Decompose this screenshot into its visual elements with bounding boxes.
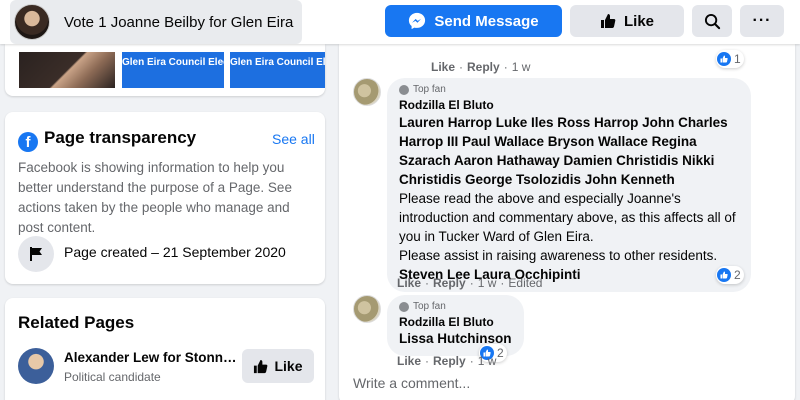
see-all-link[interactable]: See all	[272, 131, 315, 147]
page-transparency-card: f Page transparency See all Facebook is …	[5, 112, 325, 284]
more-icon: ···	[752, 12, 772, 29]
comment-reply-link[interactable]: Reply	[467, 60, 500, 74]
tagged-people[interactable]: Lauren Harrop Luke Iles Ross Harrop John…	[399, 113, 739, 189]
comment-reply-link[interactable]: Reply	[433, 276, 466, 290]
comment-reply-link[interactable]: Reply	[433, 354, 466, 368]
top-fan-icon	[399, 301, 409, 312]
page-created-info: Page created – 21 September 2020	[64, 244, 286, 260]
page-name[interactable]: Vote 1 Joanne Beilby for Glen Eira	[64, 14, 293, 31]
top-fan-icon	[399, 84, 409, 95]
comment-actions: Like · Reply · 1 w · Edited	[397, 276, 543, 290]
avatar[interactable]	[18, 348, 54, 384]
related-pages-title: Related Pages	[18, 313, 135, 332]
avatar[interactable]	[353, 78, 381, 106]
top-fan-label: Top fan	[413, 301, 446, 312]
photo-thumbnail[interactable]	[19, 52, 115, 88]
reaction-count: 1	[734, 52, 741, 66]
comment-like-link[interactable]: Like	[431, 60, 455, 74]
comment-bubble: Top fan Rodzilla El Bluto Lauren Harrop …	[387, 78, 751, 292]
send-message-label: Send Message	[434, 12, 539, 30]
search-icon	[704, 13, 720, 29]
reaction-summary[interactable]: 2	[716, 266, 744, 284]
more-options-button[interactable]: ···	[740, 5, 784, 37]
photo-caption: Glen Eira Council Elections 2020	[230, 57, 325, 68]
search-button[interactable]	[692, 5, 732, 37]
like-reaction-icon	[717, 268, 731, 282]
comment-actions: Like · Reply · 1 w	[397, 354, 497, 368]
edited-label[interactable]: Edited	[508, 276, 542, 290]
like-reaction-icon	[717, 52, 731, 66]
thumbs-up-icon	[254, 359, 268, 373]
top-fan-badge: Top fan	[399, 84, 739, 95]
related-page-category: Political candidate	[64, 370, 161, 384]
comment-time[interactable]: 1 w	[478, 354, 497, 368]
page-avatar[interactable]	[14, 4, 50, 40]
send-message-button[interactable]: Send Message	[385, 5, 562, 37]
comment-like-link[interactable]: Like	[397, 276, 421, 290]
comment-like-link[interactable]: Like	[397, 354, 421, 368]
comment-time[interactable]: 1 w	[512, 60, 531, 74]
related-page-like-button[interactable]: Like	[242, 349, 314, 383]
reaction-count: 2	[734, 268, 741, 282]
page-header-bar: Vote 1 Joanne Beilby for Glen Eira Send …	[0, 0, 800, 44]
top-fan-badge: Top fan	[399, 301, 512, 312]
reaction-summary[interactable]: 1	[716, 50, 744, 68]
comments-section: Like · Reply · 1 w 1 Top fan Rodzilla El B…	[339, 44, 795, 400]
page-transparency-description: Facebook is showing information to help …	[18, 160, 292, 235]
comment-time[interactable]: 1 w	[478, 276, 497, 290]
related-pages-card: Related Pages Alexander Lew for Stonning…	[5, 298, 325, 400]
facebook-icon: f	[18, 132, 38, 152]
avatar[interactable]	[353, 295, 381, 323]
flag-icon	[18, 236, 54, 272]
write-comment-input[interactable]: Write a comment...	[353, 375, 470, 391]
photos-card: Glen Eira Council Elections 2020 Glen Ei…	[5, 44, 325, 96]
page-transparency-title: Page transparency	[44, 128, 197, 147]
page-identity[interactable]: Vote 1 Joanne Beilby for Glen Eira	[10, 0, 302, 44]
comment-text: Please assist in raising awareness to ot…	[399, 248, 718, 263]
comment-actions: Like · Reply · 1 w	[431, 60, 531, 74]
photo-caption: Glen Eira Council Elections 2020	[122, 57, 224, 68]
related-page-name[interactable]: Alexander Lew for Stonnington...	[64, 350, 239, 365]
reaction-count: 2	[497, 346, 504, 360]
comment-author[interactable]: Rodzilla El Bluto	[399, 98, 739, 112]
like-label: Like	[274, 358, 303, 374]
top-fan-label: Top fan	[413, 84, 446, 95]
like-page-button[interactable]: Like	[570, 5, 684, 37]
comment-text: Please read the above and especially Joa…	[399, 191, 736, 244]
like-label: Like	[623, 12, 654, 30]
comment-author[interactable]: Rodzilla El Bluto	[399, 315, 512, 329]
messenger-icon	[409, 12, 426, 30]
photo-thumbnail[interactable]: Glen Eira Council Elections 2020	[122, 52, 224, 88]
photo-thumbnail[interactable]: Glen Eira Council Elections 2020	[230, 52, 325, 88]
thumbs-up-icon	[600, 14, 616, 28]
